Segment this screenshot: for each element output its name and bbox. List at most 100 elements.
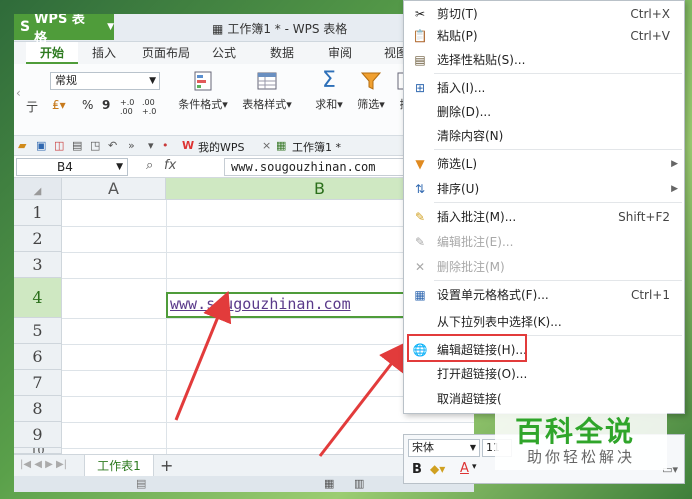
more-chevron-icon[interactable]: » [128, 139, 135, 152]
chevron-down-icon: ▾ [286, 98, 292, 111]
menu-item-paste-special[interactable]: ▤ 选择性粘贴(S)... [404, 47, 684, 72]
fill-color-icon[interactable]: ◆▾ [430, 462, 445, 476]
table-style-button[interactable]: 表格样式▾ [238, 70, 296, 112]
pin-icon[interactable]: • [162, 139, 169, 152]
row-header-5[interactable]: 5 [14, 318, 62, 344]
row-header-2[interactable]: 2 [14, 226, 62, 252]
table-style-label: 表格样式 [242, 98, 287, 111]
menu-separator [434, 280, 682, 281]
currency-format-icon[interactable]: ₤▾ [52, 98, 66, 112]
filter-label: 筛选 [357, 98, 380, 111]
name-box[interactable]: B4 ▼ [16, 158, 128, 176]
tab-formulas[interactable]: 公式 [204, 42, 244, 64]
fx-button[interactable]: fx [164, 158, 176, 173]
conditional-format-label: 条件格式 [178, 98, 223, 111]
bold-button[interactable]: B [412, 462, 422, 477]
menu-label: 删除批注(M) [437, 260, 505, 274]
chevron-down-icon: ▼ [107, 22, 114, 32]
tab-insert[interactable]: 插入 [84, 42, 124, 64]
ribbon-scroll-left-icon[interactable]: ‹ [16, 86, 21, 100]
add-sheet-button[interactable]: + [160, 456, 173, 475]
menu-shortcut: Ctrl+V [630, 28, 670, 43]
cell-reference: B4 [57, 160, 73, 174]
menu-item-clear-contents[interactable]: 清除内容(N) [404, 123, 684, 148]
menu-label: 剪切(T) [437, 7, 478, 21]
zoom-icon[interactable]: ⌕ [146, 158, 153, 173]
workbook-icon: ▦ [212, 21, 224, 36]
menu-item-sort[interactable]: ⇅ 排序(U) ▶ [404, 176, 684, 201]
page-view-icon[interactable]: ▥ [354, 477, 364, 490]
workbook-icon: ▦ [276, 139, 287, 152]
print-preview-icon[interactable]: ◳ [90, 139, 100, 152]
chevron-down-icon: ▾ [472, 462, 477, 472]
menu-shortcut: Ctrl+1 [630, 287, 670, 302]
row-header-9[interactable]: 9 [14, 422, 62, 448]
wrap-text-button[interactable]: 亍 [26, 98, 38, 115]
table-style-icon [257, 72, 277, 90]
row-header-4[interactable]: 4 [14, 278, 62, 318]
row-header-1[interactable]: 1 [14, 200, 62, 226]
sheet-tab-1[interactable]: 工作表1 [84, 455, 154, 477]
font-color-button[interactable]: A [460, 461, 469, 476]
chevron-down-icon: ▾ [337, 98, 343, 111]
menu-separator [434, 202, 682, 203]
menu-item-format-cells[interactable]: ▦ 设置单元格格式(F)... Ctrl+1 [404, 282, 684, 307]
comment-delete-icon: ✕ [414, 259, 426, 274]
tab-review[interactable]: 审阅 [320, 42, 360, 64]
menu-item-pick-from-list[interactable]: 从下拉列表中选择(K)... [404, 309, 684, 334]
number-format-value: 常规 [55, 74, 77, 87]
comment-add-icon: ✎ [414, 209, 426, 224]
filter-button[interactable]: 筛选▾ [352, 70, 390, 112]
menu-item-open-hyperlink[interactable]: 打开超链接(O)... [404, 361, 684, 386]
row-header-6[interactable]: 6 [14, 344, 62, 370]
comma-style-button[interactable]: 9 [102, 98, 110, 112]
menu-item-paste[interactable]: 📋 粘贴(P) Ctrl+V [404, 23, 684, 48]
menu-label: 筛选(L) [437, 157, 478, 171]
menu-item-delete-comment: ✕ 删除批注(M) [404, 254, 684, 279]
menu-item-delete[interactable]: 删除(D)... [404, 99, 684, 124]
document-title: ▦ 工作簿1 * - WPS 表格 [212, 20, 347, 37]
close-tab-icon[interactable]: × [262, 139, 271, 152]
menu-label: 从下拉列表中选择(K)... [437, 315, 562, 329]
export-pdf-icon[interactable]: ◫ [54, 139, 64, 152]
menu-item-insert[interactable]: ⊞ 插入(I)... [404, 75, 684, 100]
number-format-select[interactable]: 常规 ▼ [50, 72, 160, 90]
menu-item-insert-comment[interactable]: ✎ 插入批注(M)... Shift+F2 [404, 204, 684, 229]
menu-item-edit-comment: ✎ 编辑批注(E)... [404, 229, 684, 254]
menu-label: 清除内容(N) [437, 129, 504, 143]
undo-icon[interactable]: ↶ [108, 139, 117, 152]
tab-my-wps[interactable]: 我的WPS [198, 139, 245, 155]
grid-line [62, 422, 474, 423]
tab-data[interactable]: 数据 [262, 42, 302, 64]
row-header-7[interactable]: 7 [14, 370, 62, 396]
menu-label: 选择性粘贴(S)... [437, 53, 526, 67]
select-all-corner[interactable]: ◢ [14, 178, 62, 200]
sum-button[interactable]: Σ 求和▾ [312, 70, 346, 112]
percent-button[interactable]: % [82, 98, 93, 112]
dropdown-icon[interactable]: ▾ [148, 139, 154, 152]
menu-item-filter[interactable]: ▼ 筛选(L) ▶ [404, 151, 684, 176]
cell-b4-hyperlink[interactable]: www.sougouzhinan.com [170, 295, 351, 313]
column-header-a[interactable]: A [62, 178, 166, 200]
font-select[interactable]: 宋体 ▼ [408, 439, 480, 457]
decrease-decimal-button[interactable]: .00 +.0 [142, 98, 160, 116]
chevron-down-icon: ▾ [222, 98, 228, 111]
menu-label: 插入(I)... [437, 81, 486, 95]
row-header-8[interactable]: 8 [14, 396, 62, 422]
tab-workbook1[interactable]: 工作簿1 * [292, 139, 341, 155]
menu-label: 粘贴(P) [437, 29, 478, 43]
watermark-logo: 百科全说 助你轻松解决 [495, 406, 667, 470]
row-header-3[interactable]: 3 [14, 252, 62, 278]
scissors-icon: ✂ [414, 6, 426, 21]
print-icon[interactable]: ▤ [72, 139, 82, 152]
normal-view-icon[interactable]: ▦ [324, 477, 334, 490]
save-icon[interactable]: ▣ [36, 139, 46, 152]
open-folder-icon[interactable]: ▰ [18, 139, 26, 152]
increase-decimal-button[interactable]: +.0 .00 [120, 98, 138, 116]
menu-label: 设置单元格格式(F)... [437, 288, 549, 302]
tab-page-layout[interactable]: 页面布局 [134, 42, 198, 64]
tab-home[interactable]: 开始 [26, 42, 78, 64]
sheet-nav-icon[interactable]: |◀ ◀ ▶ ▶| [20, 459, 67, 470]
app-menu-button[interactable]: S WPS 表格 ▼ [14, 14, 114, 46]
conditional-format-button[interactable]: 条件格式▾ [172, 70, 234, 112]
